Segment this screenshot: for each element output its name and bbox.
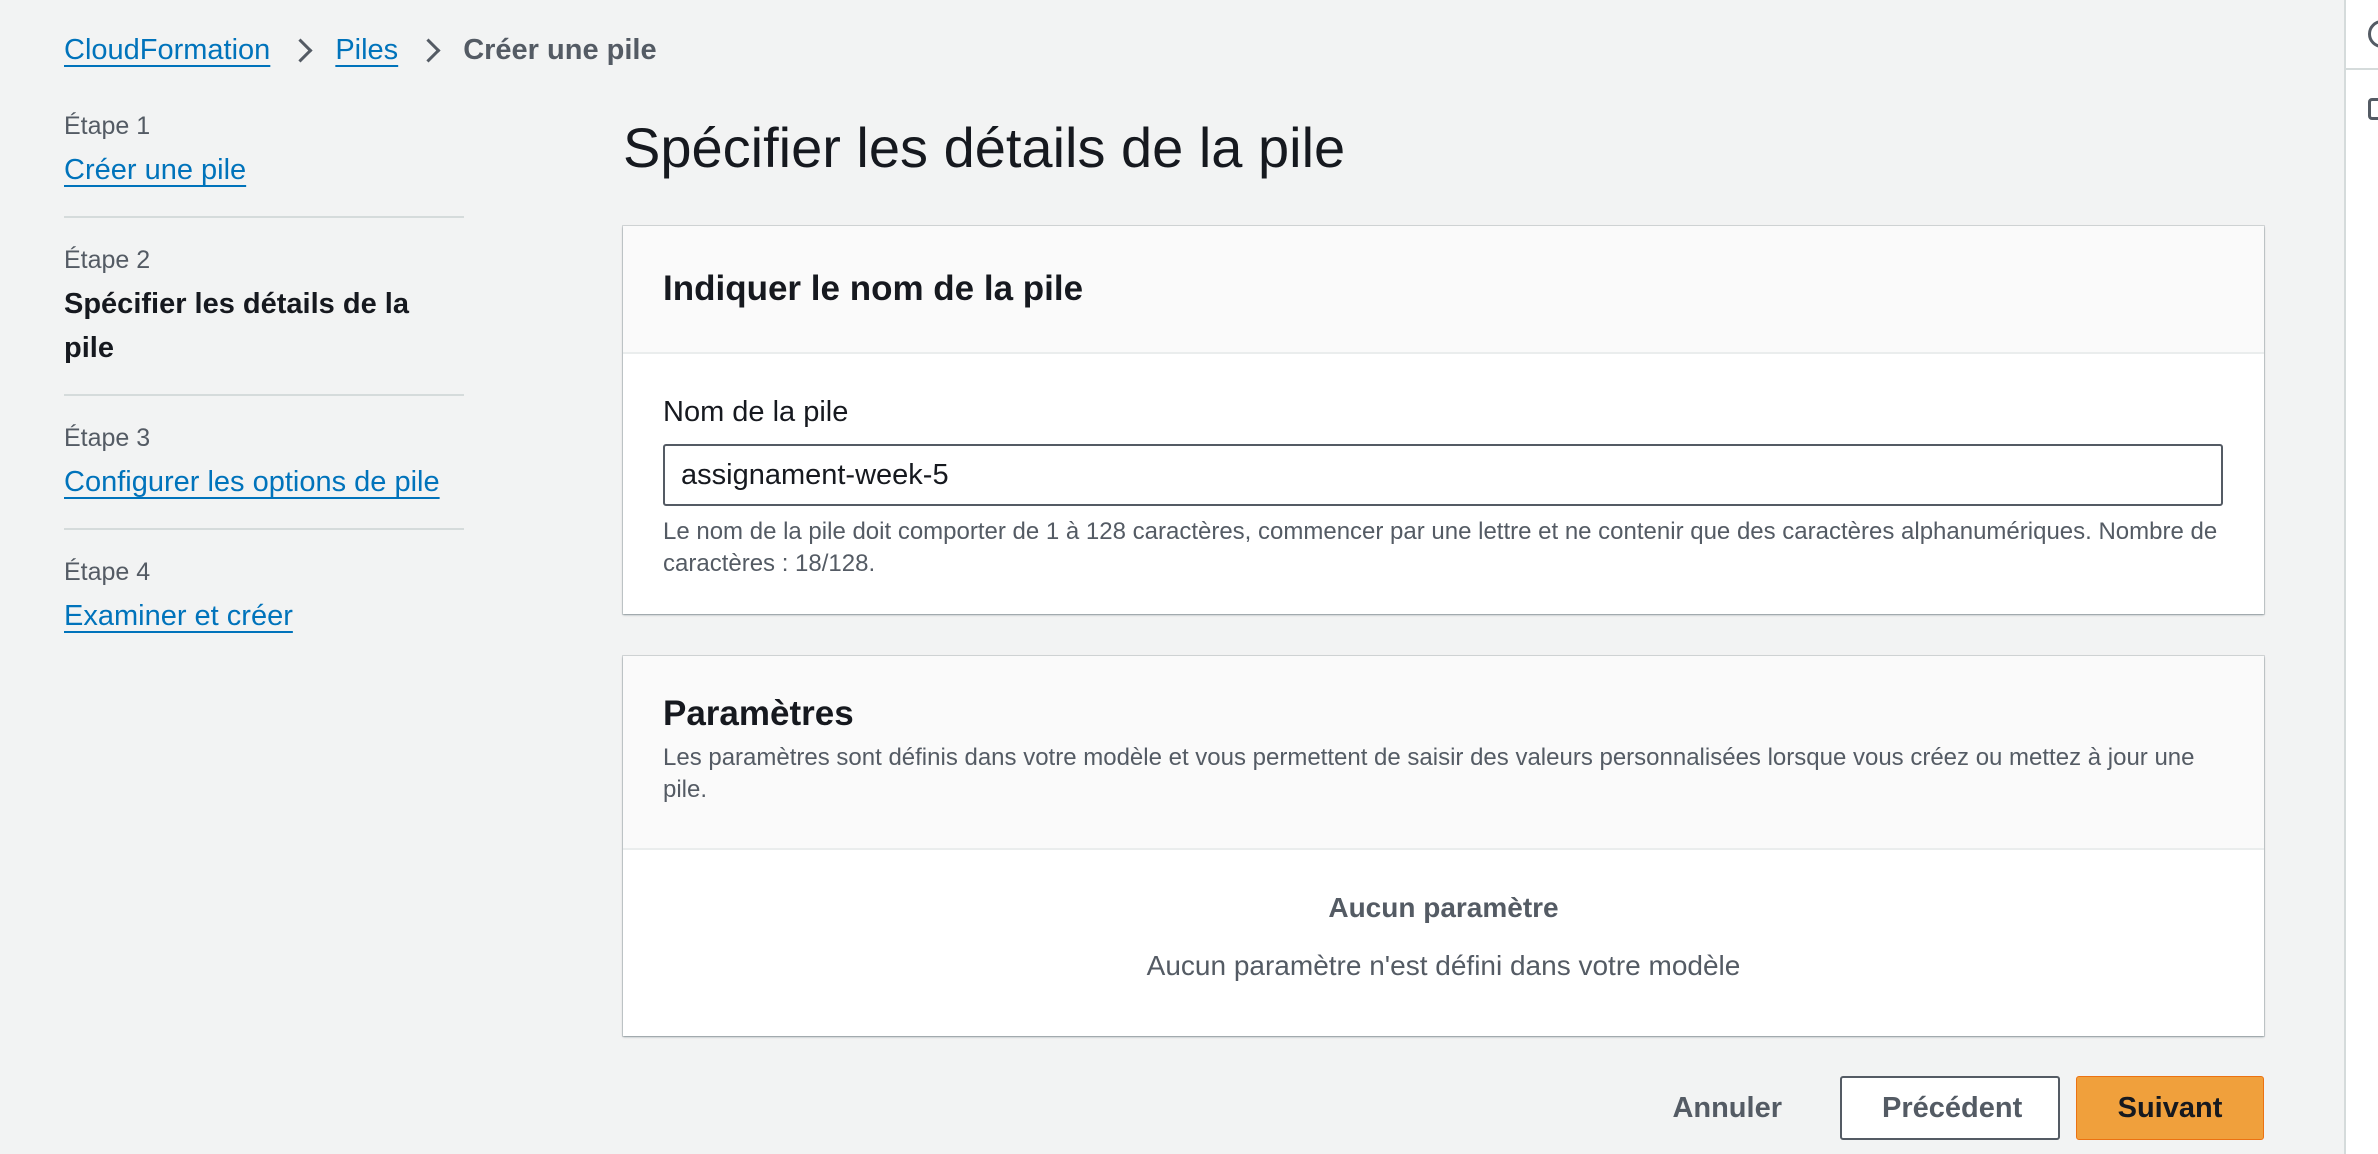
wizard-steps-nav: Étape 1 Créer une pile Étape 2 Spécifier… [64, 108, 464, 686]
stack-name-input[interactable] [663, 444, 2223, 506]
wizard-actions: Annuler Précédent Suivant [1632, 1076, 2264, 1140]
step-current-specify-details: Spécifier les détails de la pile [64, 288, 409, 364]
step-1: Étape 1 Créer une pile [64, 108, 464, 218]
step-4: Étape 4 Examiner et créer [64, 554, 464, 662]
empty-state-title: Aucun paramètre [1328, 892, 1559, 923]
step-number: Étape 2 [64, 246, 151, 274]
parameters-empty-state: Aucun paramètre Aucun paramètre n'est dé… [623, 850, 2264, 986]
cancel-button[interactable]: Annuler [1632, 1076, 1822, 1140]
panel-header: Paramètres Les paramètres sont définis d… [623, 656, 2264, 850]
breadcrumb-link-piles[interactable]: Piles [335, 34, 398, 67]
stack-name-panel: Indiquer le nom de la pile Nom de la pil… [623, 226, 2264, 614]
next-button[interactable]: Suivant [2076, 1076, 2264, 1140]
parameters-description: Les paramètres sont définis dans votre m… [663, 744, 2195, 803]
panel-title: Paramètres [663, 694, 854, 733]
right-tools-rail [2344, 0, 2378, 1154]
step-number: Étape 3 [64, 424, 151, 452]
breadcrumb-link-cloudformation[interactable]: CloudFormation [64, 34, 270, 67]
breadcrumb-current: Créer une pile [463, 33, 657, 66]
parameters-panel: Paramètres Les paramètres sont définis d… [623, 656, 2264, 1036]
stack-name-help-text: Le nom de la pile doit comporter de 1 à … [663, 518, 2218, 577]
step-link-review-create[interactable]: Examiner et créer [64, 594, 464, 638]
notes-icon[interactable] [2368, 98, 2378, 120]
step-link-configure-options[interactable]: Configurer les options de pile [64, 460, 464, 504]
panel-header: Indiquer le nom de la pile [623, 226, 2264, 354]
page-title: Spécifier les détails de la pile [623, 116, 1346, 179]
step-3: Étape 3 Configurer les options de pile [64, 420, 464, 530]
empty-state-description: Aucun paramètre n'est défini dans votre … [1146, 950, 1741, 981]
step-link-create-stack[interactable]: Créer une pile [64, 148, 464, 192]
breadcrumb: CloudFormation Piles Créer une pile [64, 28, 657, 72]
stack-name-label: Nom de la pile [663, 396, 849, 428]
info-circle-icon[interactable] [2368, 20, 2378, 48]
panel-title: Indiquer le nom de la pile [663, 269, 1084, 308]
rail-divider [2346, 68, 2378, 70]
panel-body: Nom de la pile Le nom de la pile doit co… [623, 354, 2264, 580]
step-2: Étape 2 Spécifier les détails de la pile [64, 242, 464, 396]
chevron-right-icon [288, 37, 313, 63]
step-number: Étape 1 [64, 112, 151, 140]
step-number: Étape 4 [64, 558, 151, 586]
chevron-right-icon [416, 37, 441, 63]
previous-button[interactable]: Précédent [1840, 1076, 2060, 1140]
